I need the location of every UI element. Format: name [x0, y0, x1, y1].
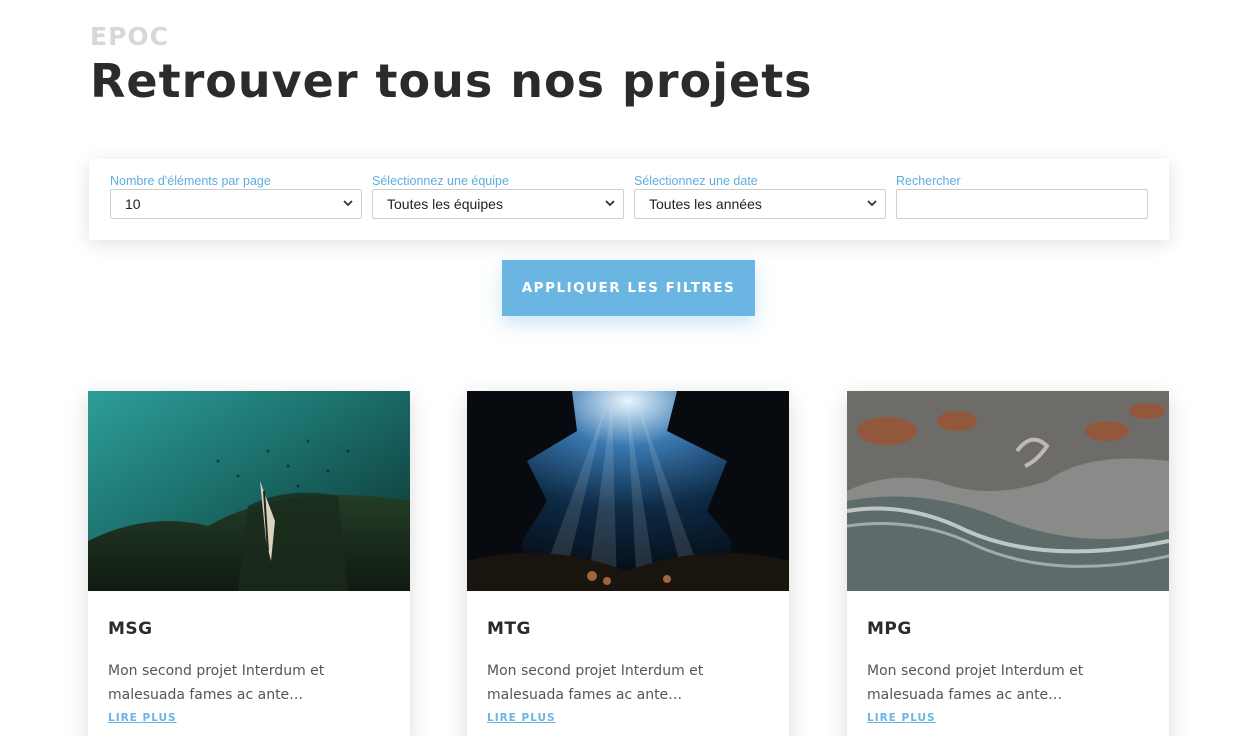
search-input[interactable] [896, 189, 1148, 219]
read-more-link[interactable]: LIRE PLUS [867, 712, 936, 724]
read-more-link[interactable]: LIRE PLUS [108, 712, 177, 724]
team-filter: Sélectionnez une équipe Toutes les équip… [372, 174, 624, 219]
date-select[interactable]: Toutes les années [634, 189, 886, 219]
search-label: Rechercher [896, 174, 961, 188]
aerial-coast-image[interactable] [847, 391, 1169, 591]
per-page-label: Nombre d'éléments par page [110, 174, 271, 188]
card-excerpt: Mon second projet Interdum et malesuada … [108, 663, 325, 703]
card-title[interactable]: MPG [867, 619, 912, 639]
project-card[interactable]: MTG Mon second projet Interdum et malesu… [467, 391, 789, 736]
per-page-select[interactable]: 10 [110, 189, 362, 219]
project-card[interactable]: MSG Mon second projet Interdum et malesu… [88, 391, 410, 736]
read-more-link[interactable]: LIRE PLUS [487, 712, 556, 724]
team-select[interactable]: Toutes les équipes [372, 189, 624, 219]
underwater-cave-image[interactable] [467, 391, 789, 591]
date-filter: Sélectionnez une date Toutes les années [634, 174, 886, 219]
card-title[interactable]: MSG [108, 619, 153, 639]
site-kicker: EPOC [90, 22, 169, 51]
filter-panel: Nombre d'éléments par page 10 Sélectionn… [89, 159, 1169, 240]
team-label: Sélectionnez une équipe [372, 174, 509, 188]
date-label: Sélectionnez une date [634, 174, 758, 188]
project-card[interactable]: MPG Mon second projet Interdum et malesu… [847, 391, 1169, 736]
card-excerpt: Mon second projet Interdum et malesuada … [867, 663, 1084, 703]
per-page-filter: Nombre d'éléments par page 10 [110, 174, 362, 219]
card-excerpt: Mon second projet Interdum et malesuada … [487, 663, 704, 703]
search-filter: Rechercher [896, 174, 1148, 219]
apply-filters-button[interactable]: APPLIQUER LES FILTRES [502, 260, 755, 316]
page-title: Retrouver tous nos projets [90, 54, 813, 108]
underwater-fish-image[interactable] [88, 391, 410, 591]
card-title[interactable]: MTG [487, 619, 531, 639]
